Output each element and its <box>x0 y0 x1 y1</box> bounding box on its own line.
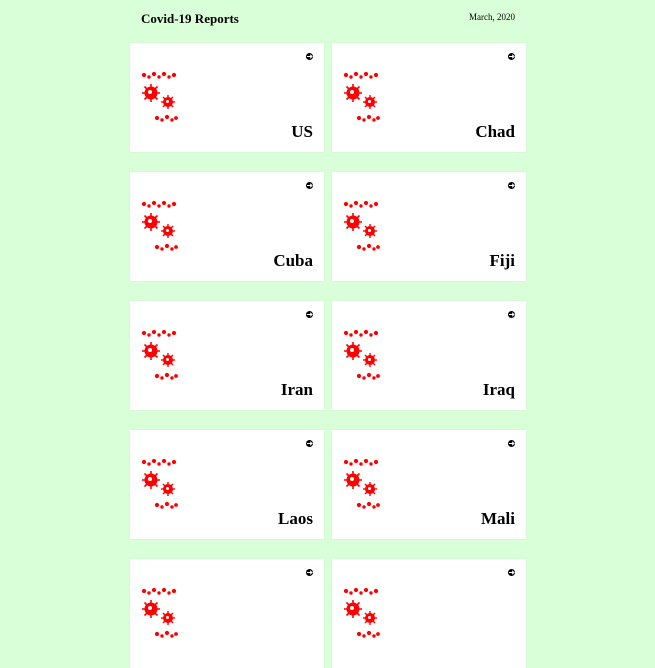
country-name: US <box>291 122 313 141</box>
country-card[interactable]: US <box>130 43 324 152</box>
virus-icon <box>141 200 178 251</box>
virus-icon <box>343 200 380 251</box>
country-card[interactable]: Cuba <box>130 172 324 281</box>
country-name: Laos <box>278 509 313 528</box>
country-card[interactable]: Fiji <box>332 172 526 281</box>
arrow-right-circle-icon[interactable] <box>306 311 313 318</box>
country-card[interactable]: Iran <box>130 301 324 410</box>
arrow-right-circle-icon[interactable] <box>306 569 313 576</box>
country-card[interactable] <box>130 559 324 668</box>
virus-icon <box>343 587 380 638</box>
country-card-grid: US Chad Cuba Fiji Iran Iraq Laos Mali <box>130 43 526 668</box>
country-card[interactable] <box>332 559 526 668</box>
virus-icon <box>141 587 178 638</box>
arrow-right-circle-icon[interactable] <box>508 53 515 60</box>
country-name: Iran <box>280 380 313 399</box>
page-title: Covid-19 Reports <box>141 11 239 26</box>
country-card[interactable]: Iraq <box>332 301 526 410</box>
arrow-right-circle-icon[interactable] <box>508 182 515 189</box>
country-card[interactable]: Chad <box>332 43 526 152</box>
arrow-right-circle-icon[interactable] <box>306 182 313 189</box>
country-name: Mali <box>481 509 515 528</box>
virus-icon <box>141 329 178 380</box>
country-card[interactable]: Laos <box>130 430 324 539</box>
arrow-right-circle-icon[interactable] <box>508 311 515 318</box>
country-name: Chad <box>475 122 515 141</box>
country-card[interactable]: Mali <box>332 430 526 539</box>
country-name: Fiji <box>489 251 516 270</box>
page-header: Covid-19 Reports March, 2020 <box>141 11 515 27</box>
country-name: Iraq <box>482 380 515 399</box>
virus-icon <box>343 458 380 509</box>
report-date: March, 2020 <box>469 12 515 22</box>
arrow-right-circle-icon[interactable] <box>508 440 515 447</box>
virus-icon <box>343 71 380 122</box>
virus-icon <box>141 71 178 122</box>
virus-icon <box>141 458 178 509</box>
arrow-right-circle-icon[interactable] <box>306 53 313 60</box>
country-name: Cuba <box>273 251 313 270</box>
arrow-right-circle-icon[interactable] <box>306 440 313 447</box>
arrow-right-circle-icon[interactable] <box>508 569 515 576</box>
virus-icon <box>343 329 380 380</box>
